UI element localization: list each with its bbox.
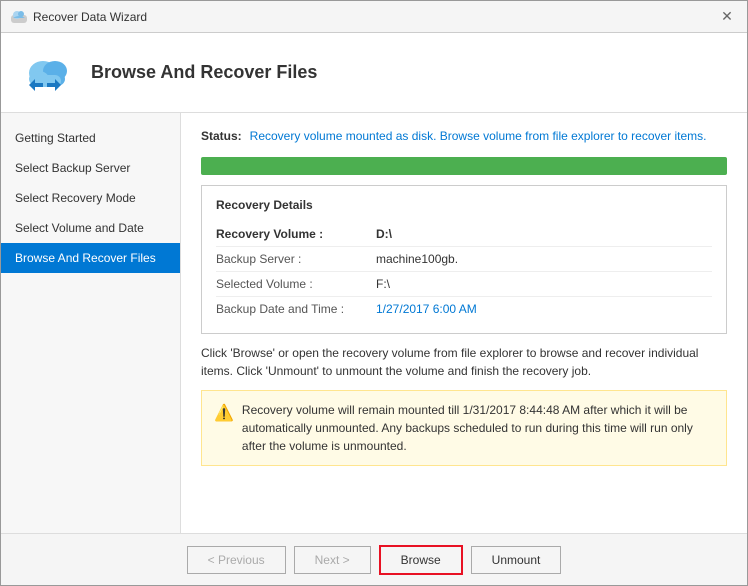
detail-row-date: Backup Date and Time : 1/27/2017 6:00 AM	[216, 297, 712, 321]
header: Browse And Recover Files	[1, 33, 747, 113]
status-label: Status:	[201, 129, 242, 143]
previous-button[interactable]: < Previous	[187, 546, 286, 574]
detail-row-sel-volume: Selected Volume : F:\	[216, 272, 712, 297]
sidebar-item-backup-server[interactable]: Select Backup Server	[1, 153, 180, 183]
sidebar-item-browse-recover[interactable]: Browse And Recover Files	[1, 243, 180, 273]
footer: < Previous Next > Browse Unmount	[1, 533, 747, 585]
sidebar-item-getting-started[interactable]: Getting Started	[1, 123, 180, 153]
browse-button[interactable]: Browse	[379, 545, 463, 575]
sidebar-item-volume-date[interactable]: Select Volume and Date	[1, 213, 180, 243]
detail-key-volume: Recovery Volume :	[216, 227, 376, 241]
warning-icon: ⚠️	[214, 402, 234, 426]
next-button[interactable]: Next >	[294, 546, 371, 574]
progress-bar	[201, 157, 727, 175]
detail-value-volume: D:\	[376, 227, 392, 241]
title-bar: Recover Data Wizard ✕	[1, 1, 747, 33]
header-title: Browse And Recover Files	[91, 62, 317, 83]
detail-row-server: Backup Server : machine100gb.	[216, 247, 712, 272]
sidebar: Getting Started Select Backup Server Sel…	[1, 113, 181, 533]
detail-value-server: machine100gb.	[376, 252, 458, 266]
window-title: Recover Data Wizard	[33, 10, 147, 24]
warning-text: Recovery volume will remain mounted till…	[242, 401, 714, 455]
content-area: Getting Started Select Backup Server Sel…	[1, 113, 747, 533]
close-button[interactable]: ✕	[717, 7, 737, 27]
recovery-details-box: Recovery Details Recovery Volume : D:\ B…	[201, 185, 727, 334]
header-icon	[21, 45, 77, 101]
main-content: Status: Recovery volume mounted as disk.…	[181, 113, 747, 533]
app-icon	[11, 9, 27, 25]
warning-box: ⚠️ Recovery volume will remain mounted t…	[201, 390, 727, 466]
status-bar: Status: Recovery volume mounted as disk.…	[201, 129, 727, 143]
detail-row-volume: Recovery Volume : D:\	[216, 222, 712, 247]
title-bar-left: Recover Data Wizard	[11, 9, 147, 25]
detail-key-sel-volume: Selected Volume :	[216, 277, 376, 291]
detail-key-server: Backup Server :	[216, 252, 376, 266]
progress-bar-fill	[201, 157, 727, 175]
sidebar-item-recovery-mode[interactable]: Select Recovery Mode	[1, 183, 180, 213]
status-text: Recovery volume mounted as disk. Browse …	[250, 129, 707, 143]
detail-key-date: Backup Date and Time :	[216, 302, 376, 316]
recovery-details-title: Recovery Details	[216, 198, 712, 212]
detail-value-sel-volume: F:\	[376, 277, 390, 291]
info-text: Click 'Browse' or open the recovery volu…	[201, 344, 727, 380]
main-window: Recover Data Wizard ✕ Browse And Recover…	[0, 0, 748, 586]
detail-value-date: 1/27/2017 6:00 AM	[376, 302, 477, 316]
unmount-button[interactable]: Unmount	[471, 546, 562, 574]
wizard-icon	[21, 45, 77, 101]
